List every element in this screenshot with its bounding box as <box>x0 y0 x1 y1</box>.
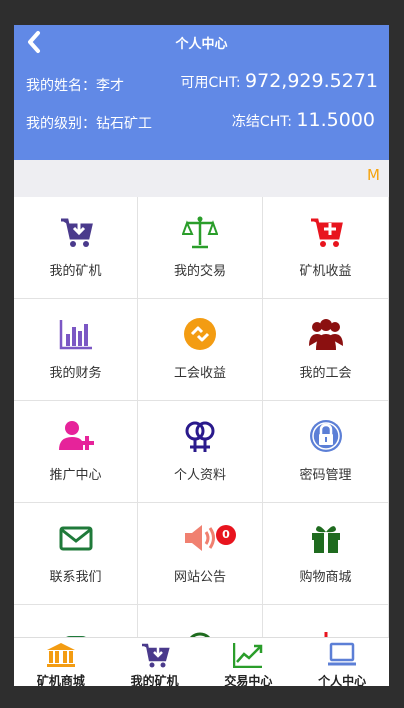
gift-icon <box>311 526 340 553</box>
user-name: 李才 <box>96 78 124 94</box>
lock-circle-icon <box>309 420 342 452</box>
menu-label: 联系我们 <box>49 570 102 585</box>
tab-label: 矿机商城 <box>36 674 85 686</box>
gender-icon <box>185 421 215 452</box>
menu-grid: 我的矿机 我的交易 矿机收益 我的财务 工会收益 我的工会 推广中心 个人资料 … <box>14 197 389 686</box>
frozen-label: 冻结CHT: <box>231 114 292 130</box>
tab-label: 我的矿机 <box>130 674 179 686</box>
menu-item-announcements[interactable]: 0 网站公告 <box>138 503 263 605</box>
m-badge: M <box>367 166 380 184</box>
tab-trading-center[interactable]: 交易中心 <box>202 638 296 686</box>
frozen-value: 11.5000 <box>296 109 375 131</box>
scales-icon <box>182 216 218 249</box>
menu-item-my-union[interactable]: 我的工会 <box>263 299 389 401</box>
available-label: 可用CHT: <box>180 75 241 91</box>
available-value: 972,929.5271 <box>245 70 378 92</box>
available-balance: 可用CHT: 972,929.5271 <box>181 70 378 92</box>
menu-item-promotion-center[interactable]: 推广中心 <box>14 401 138 503</box>
cart-download-icon <box>141 643 170 668</box>
menu-label: 我的财务 <box>49 366 102 381</box>
menu-item-shopping-mall[interactable]: 购物商城 <box>263 503 389 605</box>
menu-item-my-miners[interactable]: 我的矿机 <box>14 197 138 299</box>
menu-item-contact-us[interactable]: 联系我们 <box>14 503 138 605</box>
user-level: 钻石矿工 <box>96 116 152 132</box>
tab-miner-mall[interactable]: 矿机商城 <box>14 638 108 686</box>
bank-icon <box>46 643 75 667</box>
line-chart-icon <box>233 643 263 668</box>
menu-label: 工会收益 <box>173 366 226 381</box>
menu-item-union-earnings[interactable]: 工会收益 <box>138 299 263 401</box>
tab-label: 个人中心 <box>318 674 367 686</box>
separator-band: M <box>14 160 389 197</box>
group-icon <box>308 319 343 350</box>
page-title: 个人中心 <box>175 37 228 52</box>
menu-label: 我的工会 <box>299 366 352 381</box>
bottom-tab-bar: 矿机商城 我的矿机 交易中心 个人中心 <box>14 637 389 686</box>
menu-label: 个人资料 <box>173 468 226 483</box>
profile-header: 个人中心 我的姓名：李才 我的级别：钻石矿工 可用CHT: 972,929.52… <box>14 25 389 160</box>
menu-item-my-trades[interactable]: 我的交易 <box>138 197 263 299</box>
name-row: 我的姓名：李才 <box>26 75 124 95</box>
notification-badge: 0 <box>216 525 236 545</box>
menu-label: 密码管理 <box>299 468 352 483</box>
user-plus-icon <box>58 421 94 450</box>
menu-item-password[interactable]: 密码管理 <box>263 401 389 503</box>
menu-item-miner-earnings[interactable]: 矿机收益 <box>263 197 389 299</box>
menu-label: 我的交易 <box>173 264 226 279</box>
speaker-icon <box>185 525 215 551</box>
level-label: 我的级别： <box>26 116 96 132</box>
menu-item-my-finance[interactable]: 我的财务 <box>14 299 138 401</box>
exchange-circle-icon <box>184 318 216 350</box>
cart-plus-icon <box>310 218 343 247</box>
menu-label: 网站公告 <box>173 570 226 585</box>
cart-download-icon <box>60 218 93 247</box>
menu-label: 购物商城 <box>299 570 352 585</box>
tab-personal-center[interactable]: 个人中心 <box>295 638 389 686</box>
frozen-balance: 冻结CHT: 11.5000 <box>232 109 375 131</box>
name-label: 我的姓名： <box>26 78 96 94</box>
menu-item-profile[interactable]: 个人资料 <box>138 401 263 503</box>
tab-label: 交易中心 <box>224 674 273 686</box>
tab-my-miners[interactable]: 我的矿机 <box>108 638 202 686</box>
menu-label: 推广中心 <box>49 468 102 483</box>
menu-label: 我的矿机 <box>49 264 102 279</box>
level-row: 我的级别：钻石矿工 <box>26 113 152 133</box>
bar-chart-icon <box>59 320 92 350</box>
phone-screen: 个人中心 我的姓名：李才 我的级别：钻石矿工 可用CHT: 972,929.52… <box>14 25 389 686</box>
menu-label: 矿机收益 <box>299 264 352 279</box>
envelope-icon <box>59 526 92 551</box>
laptop-icon <box>328 642 357 666</box>
